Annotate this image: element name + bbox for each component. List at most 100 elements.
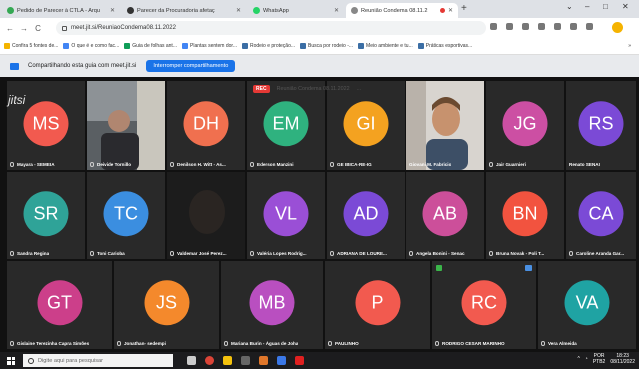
- key-icon[interactable]: [506, 23, 513, 30]
- chrome-icon[interactable]: [205, 356, 214, 365]
- forward-icon[interactable]: →: [17, 24, 31, 33]
- star-icon[interactable]: [554, 23, 561, 30]
- language-indicator[interactable]: POR PTB2: [593, 353, 606, 365]
- participant-tile[interactable]: MB Mariana Burin - Águas de Joha: [221, 261, 323, 349]
- avatar: TC: [103, 190, 149, 236]
- mic-muted-icon: [489, 162, 493, 167]
- avatar: RS: [578, 100, 624, 146]
- browser-tab-active[interactable]: Reunião Condema 08.11.2 ✕: [346, 3, 458, 18]
- share-icon[interactable]: [538, 23, 545, 30]
- address-bar: ← → C meet.jit.si/ReuniaoCondema08.11.20…: [0, 18, 639, 38]
- bookmark-item[interactable]: Guia de folhas ant...: [124, 43, 177, 49]
- task-view-icon[interactable]: [187, 356, 196, 365]
- participant-tile[interactable]: GI GE IBICA-RE-IG: [327, 81, 405, 170]
- participant-tile[interactable]: DH Denilson H. Witt - As...: [167, 81, 245, 170]
- participant-tile[interactable]: Deivide Tornillo: [87, 81, 165, 170]
- mic-muted-icon: [409, 251, 413, 256]
- participant-tile[interactable]: JG Jair Guarnieri: [486, 81, 564, 170]
- participant-name-bar: Valéria Lopes Rodrig...: [250, 251, 322, 256]
- maximize-button[interactable]: □: [603, 2, 608, 11]
- app-icon[interactable]: [259, 356, 268, 365]
- stop-sharing-button[interactable]: Interromper compartilhamento: [146, 60, 236, 72]
- browser-tab[interactable]: Pedido de Parecer à CTLA - Arqu ✕: [2, 3, 120, 18]
- tab-search-icon[interactable]: ⌄: [566, 2, 573, 11]
- more-bookmarks-icon[interactable]: »: [628, 43, 631, 49]
- bookmark-item[interactable]: Meio ambiente e tu...: [358, 43, 413, 49]
- new-tab-button[interactable]: +: [461, 3, 467, 14]
- mic-muted-icon: [117, 341, 121, 346]
- participant-name-bar: Mariana Burin - Águas de Joha: [224, 341, 320, 346]
- clock[interactable]: 18:23 08/11/2022: [610, 353, 635, 365]
- participant-tile[interactable]: AB Angela Bonini - Senac: [406, 172, 484, 259]
- browser-tab[interactable]: Parecer da Procuradoria afetaç ✕: [122, 3, 246, 18]
- avatar: JG: [502, 100, 548, 146]
- lock-icon: [62, 25, 67, 31]
- calculator-icon[interactable]: [241, 356, 250, 365]
- minimize-button[interactable]: –: [585, 2, 589, 11]
- close-tab-icon[interactable]: ✕: [110, 7, 115, 14]
- participant-tile[interactable]: VL Valéria Lopes Rodrig...: [247, 172, 325, 259]
- url-input[interactable]: meet.jit.si/ReuniaoCondema08.11.2022: [56, 21, 486, 35]
- participant-tile[interactable]: JS Jonathan- sedempi: [114, 261, 219, 349]
- bookmark-item[interactable]: Confira 5 fontes de...: [4, 43, 58, 49]
- profile-avatar[interactable]: [612, 22, 623, 33]
- mail-icon: [358, 43, 365, 49]
- participant-name-bar: Vera Almeida: [541, 341, 633, 346]
- bookmark-item[interactable]: Práticas esportivas...: [417, 43, 472, 49]
- participant-name-bar: PAULINHO: [328, 341, 427, 346]
- participant-name-bar: Ederson Manzini: [250, 162, 322, 167]
- mic-muted-icon: [10, 251, 14, 256]
- participant-video: [167, 172, 245, 259]
- participant-tile[interactable]: TC Toni Carioba: [87, 172, 165, 259]
- camera-icon[interactable]: [490, 23, 497, 30]
- participant-tile-active-speaker[interactable]: Giovani M. Fabricio: [406, 81, 484, 170]
- bookmark-item[interactable]: Plantas sentem dor...: [182, 43, 237, 49]
- system-tray: ^ ◔ POR PTB2 18:23 08/11/2022: [577, 353, 635, 365]
- mic-muted-icon: [489, 251, 493, 256]
- participant-tile[interactable]: RS Renato SENAI: [566, 81, 636, 170]
- bookmark-item[interactable]: O que é e como fac...: [63, 43, 119, 49]
- mic-muted-icon: [170, 251, 174, 256]
- network-icon[interactable]: ◔: [585, 356, 588, 362]
- participant-tile[interactable]: RC RODRIGO CESAR MARINHO: [432, 261, 536, 349]
- close-tab-icon[interactable]: ✕: [334, 7, 339, 14]
- tray-expand-icon[interactable]: ^: [577, 356, 579, 362]
- close-window-button[interactable]: ✕: [622, 2, 629, 11]
- participant-tile[interactable]: EM Ederson Manzini: [247, 81, 325, 170]
- app-icon[interactable]: [277, 356, 286, 365]
- taskbar-search-input[interactable]: Digite aqui para pesquisar: [23, 354, 173, 367]
- browser-tab[interactable]: WhatsApp ✕: [248, 3, 344, 18]
- bookmark-item[interactable]: Busca por rodeio -...: [300, 43, 353, 49]
- participant-tile[interactable]: GT Gislaine Terezinha Capra Simões: [7, 261, 112, 349]
- participant-name-bar: Mayara - SEMEIA: [10, 162, 82, 167]
- participant-tile[interactable]: P PAULINHO: [325, 261, 430, 349]
- mic-muted-icon: [90, 162, 94, 167]
- puzzle-icon[interactable]: [586, 23, 593, 30]
- participant-tile[interactable]: Valdemar José Perez...: [167, 172, 245, 259]
- participant-tile[interactable]: VA Vera Almeida: [538, 261, 636, 349]
- file-explorer-icon[interactable]: [223, 356, 232, 365]
- participant-name-bar: Jonathan- sedempi: [117, 341, 216, 346]
- acrobat-icon[interactable]: [295, 356, 304, 365]
- close-tab-icon[interactable]: ✕: [448, 7, 453, 14]
- bookmark-item[interactable]: Rodeio e proteção...: [241, 43, 295, 49]
- tab-label: Parecer da Procuradoria afetaç: [137, 7, 215, 14]
- avatar: GI: [343, 100, 389, 146]
- github-icon: [127, 7, 134, 14]
- zoom-icon[interactable]: [522, 23, 529, 30]
- participant-video: [87, 81, 165, 170]
- participant-tile[interactable]: AD ADRIANA DE LOURE...: [327, 172, 405, 259]
- participant-tile[interactable]: SR Sandra Regina: [7, 172, 85, 259]
- participant-tile[interactable]: CA Caroline Aranda Gar...: [566, 172, 636, 259]
- extension-icon[interactable]: [570, 23, 577, 30]
- reload-icon[interactable]: C: [31, 24, 45, 33]
- connection-stats-icon[interactable]: [436, 265, 442, 271]
- more-options-icon[interactable]: [525, 265, 532, 271]
- back-icon[interactable]: ←: [3, 24, 17, 33]
- close-tab-icon[interactable]: ✕: [236, 7, 241, 14]
- windows-start-icon[interactable]: [7, 356, 15, 365]
- participant-name-bar: Jair Guarnieri: [489, 162, 561, 167]
- screen-share-icon: [10, 62, 19, 70]
- participant-tile[interactable]: BN Bruna Novak - Poli T...: [486, 172, 564, 259]
- participant-name-bar: Caroline Aranda Gar...: [569, 251, 633, 256]
